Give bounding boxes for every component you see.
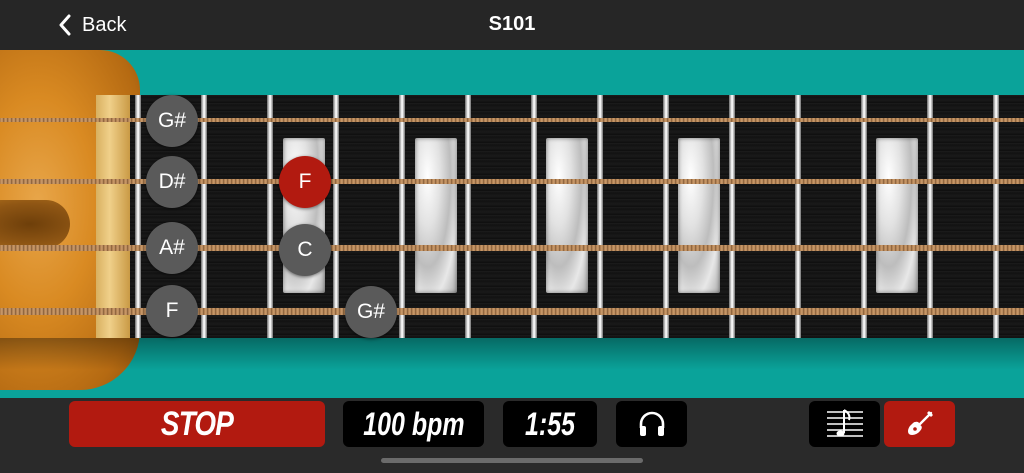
home-indicator [381, 458, 643, 463]
fretted-note[interactable]: C [279, 224, 331, 276]
fret-inlay [876, 138, 918, 293]
sheet-music-icon [826, 409, 863, 437]
fret-wire [135, 95, 141, 338]
fret-wire [333, 95, 339, 338]
fret-wire [267, 95, 273, 338]
audio-button[interactable] [616, 401, 687, 447]
fret-wire [993, 95, 999, 338]
fret-wire [663, 95, 669, 338]
tempo-button[interactable]: 100 bpm [343, 401, 484, 447]
timer-label: 1:55 [525, 405, 575, 442]
fret-inlay [415, 138, 457, 293]
headstock-slot [0, 200, 70, 248]
open-note-string-3[interactable]: A# [146, 222, 198, 274]
open-note-string-1[interactable]: G# [146, 95, 198, 147]
fret-wire [399, 95, 405, 338]
open-note-string-4[interactable]: F [146, 285, 198, 337]
fretted-note[interactable]: G# [345, 286, 397, 338]
fret-wire [861, 95, 867, 338]
navigation-bar: Back S101 [0, 0, 1024, 50]
guitar-icon [907, 411, 933, 435]
bottom-toolbar: STOP 100 bpm 1:55 [0, 398, 1024, 473]
fretted-note-active[interactable]: F [279, 156, 331, 208]
open-note-string-2[interactable]: D# [146, 156, 198, 208]
fretboard-shadow [0, 338, 1024, 370]
fret-wire [729, 95, 735, 338]
fret-inlay [546, 138, 588, 293]
fret-wire [531, 95, 537, 338]
stop-button[interactable]: STOP [69, 401, 325, 447]
fret-wire [795, 95, 801, 338]
fretboard-stage: G# D# A# F F C G# [0, 50, 1024, 398]
fret-wire [927, 95, 933, 338]
tempo-label: 100 bpm [362, 405, 465, 442]
sheet-music-button[interactable] [809, 401, 880, 447]
timer-button[interactable]: 1:55 [503, 401, 597, 447]
bass-nut [96, 95, 130, 338]
fret-inlay [678, 138, 720, 293]
headphones-icon [639, 411, 664, 436]
fret-wire [597, 95, 603, 338]
instrument-button[interactable] [884, 401, 955, 447]
stop-label: STOP [160, 404, 234, 443]
page-title: S101 [488, 13, 536, 35]
fret-wire [201, 95, 207, 338]
fret-wire [465, 95, 471, 338]
